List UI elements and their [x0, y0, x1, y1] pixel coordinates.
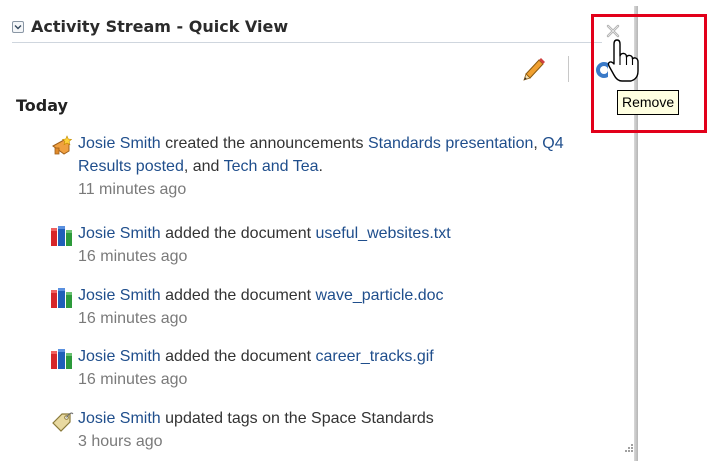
- activity-item-text: Josie Smith added the document wave_part…: [78, 287, 444, 327]
- actor-link[interactable]: Josie Smith: [78, 348, 161, 365]
- resize-grip-icon[interactable]: [622, 443, 634, 455]
- document-link[interactable]: career_tracks.gif: [315, 348, 433, 365]
- document-books-icon: [51, 349, 72, 369]
- activity-time: 11 minutes ago: [78, 181, 187, 198]
- activity-item-text: Josie Smith added the document career_tr…: [78, 348, 434, 388]
- activity-time: 16 minutes ago: [78, 371, 188, 388]
- announcement-link-standards-presentation[interactable]: Standards presentation: [368, 135, 533, 152]
- panel-header: Activity Stream - Quick View: [12, 16, 602, 43]
- document-link[interactable]: wave_particle.doc: [315, 287, 443, 304]
- document-link[interactable]: useful_websites.txt: [315, 225, 450, 242]
- activity-stream-panel: Activity Stream - Quick View Today Josie…: [0, 0, 640, 461]
- activity-time: 3 hours ago: [78, 433, 163, 450]
- tag-icon: [52, 412, 74, 432]
- actor-link[interactable]: Josie Smith: [78, 135, 161, 152]
- activity-item-text: Josie Smith added the document useful_we…: [78, 225, 451, 265]
- close-icon[interactable]: [606, 24, 620, 38]
- activity-time: 16 minutes ago: [78, 248, 188, 265]
- remove-tooltip: Remove: [617, 90, 680, 115]
- edit-pencil-icon[interactable]: [519, 55, 547, 83]
- activity-item-text: Josie Smith created the announcements St…: [78, 135, 564, 198]
- section-title-today: Today: [16, 96, 68, 115]
- chevron-down-icon: [14, 25, 22, 30]
- announcement-link-tech-and-tea[interactable]: Tech and Tea: [224, 158, 319, 175]
- toolbar-separator: [568, 56, 569, 82]
- activity-item-text: Josie Smith updated tags on the Space St…: [78, 410, 434, 450]
- panel-title: Activity Stream - Quick View: [31, 17, 289, 36]
- collapse-toggle-button[interactable]: [12, 21, 24, 33]
- actor-link[interactable]: Josie Smith: [78, 225, 161, 242]
- announcement-icon: [52, 135, 73, 155]
- hand-cursor-icon: [607, 39, 639, 82]
- actor-link[interactable]: Josie Smith: [78, 287, 161, 304]
- actor-link[interactable]: Josie Smith: [78, 410, 161, 427]
- document-books-icon: [51, 226, 72, 246]
- document-books-icon: [51, 288, 72, 308]
- activity-time: 16 minutes ago: [78, 310, 188, 327]
